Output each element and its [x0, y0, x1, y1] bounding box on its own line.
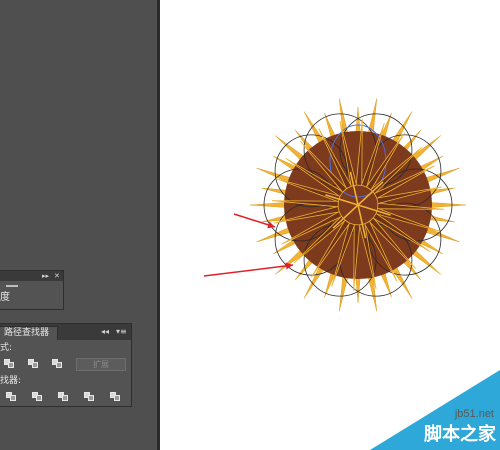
trim-icon[interactable]	[32, 392, 44, 402]
divide-icon[interactable]	[6, 392, 18, 402]
panel-menu-icon[interactable]: ▾≡	[116, 327, 127, 337]
pathfinders-label: 找器:	[0, 376, 22, 386]
intersect-icon[interactable]	[52, 359, 64, 369]
watermark-name: 脚本之家	[424, 424, 496, 445]
panel-titlebar[interactable]: 路径查找器 ◂◂ ▾≡	[0, 324, 131, 340]
arrow-lower	[203, 262, 294, 277]
stroke-weight-indicator	[6, 285, 18, 287]
annotation-arrows	[203, 213, 294, 277]
collapse-icon[interactable]: ▸▸	[42, 271, 49, 281]
unite-icon[interactable]	[4, 359, 16, 369]
minus-front-icon[interactable]	[28, 359, 40, 369]
close-icon[interactable]: ✕	[54, 271, 60, 281]
outline-icon[interactable]	[110, 392, 122, 402]
collapse-icon[interactable]: ◂◂	[101, 327, 109, 337]
expand-button[interactable]: 扩展	[76, 358, 126, 371]
merge-icon[interactable]	[58, 392, 70, 402]
tab-pathfinder[interactable]: 路径查找器	[0, 326, 58, 340]
workspace-left-area: ▸▸ ✕ 度 路径查找器 ◂◂ ▾≡ 式: 扩展 找器:	[0, 0, 158, 450]
floating-panel-small[interactable]: ▸▸ ✕ 度	[0, 270, 64, 310]
shape-modes-label: 式:	[0, 343, 13, 353]
watermark-site: jb51.net	[454, 408, 494, 420]
panel-label: 度	[0, 292, 10, 303]
pathfinder-panel[interactable]: 路径查找器 ◂◂ ▾≡ 式: 扩展 找器:	[0, 323, 132, 407]
panel-titlebar[interactable]: ▸▸ ✕	[0, 271, 63, 281]
crop-icon[interactable]	[84, 392, 96, 402]
